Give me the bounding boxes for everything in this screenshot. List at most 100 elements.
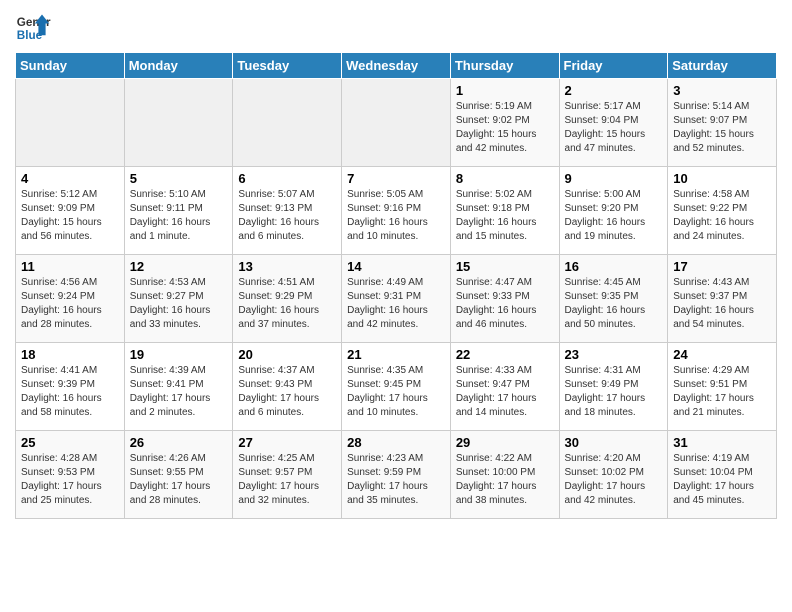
day-info: Sunrise: 4:23 AM Sunset: 9:59 PM Dayligh…	[347, 452, 445, 508]
day-cell: 22Sunrise: 4:33 AM Sunset: 9:47 PM Dayli…	[450, 343, 559, 431]
day-info: Sunrise: 5:12 AM Sunset: 9:09 PM Dayligh…	[21, 188, 119, 244]
day-info: Sunrise: 4:51 AM Sunset: 9:29 PM Dayligh…	[238, 276, 336, 332]
day-number: 11	[21, 259, 119, 274]
day-cell: 31Sunrise: 4:19 AM Sunset: 10:04 PM Dayl…	[668, 431, 777, 519]
calendar-table: SundayMondayTuesdayWednesdayThursdayFrid…	[15, 52, 777, 519]
day-info: Sunrise: 4:41 AM Sunset: 9:39 PM Dayligh…	[21, 364, 119, 420]
day-cell: 1 Sunrise: 5:19 AM Sunset: 9:02 PM Daylig…	[450, 79, 559, 167]
day-info: Sunrise: 4:22 AM Sunset: 10:00 PM Daylig…	[456, 452, 554, 508]
day-number: 27	[238, 435, 336, 450]
day-number: 31	[673, 435, 771, 450]
day-info: Sunrise: 4:28 AM Sunset: 9:53 PM Dayligh…	[21, 452, 119, 508]
day-info: Sunrise: 4:49 AM Sunset: 9:31 PM Dayligh…	[347, 276, 445, 332]
day-number: 22	[456, 347, 554, 362]
day-number: 12	[130, 259, 228, 274]
week-row-5: 25 Sunrise: 4:28 AM Sunset: 9:53 PM Dayli…	[16, 431, 777, 519]
day-number: 20	[238, 347, 336, 362]
day-info: Sunrise: 5:00 AM Sunset: 9:20 PM Dayligh…	[565, 188, 663, 244]
day-number: 19	[130, 347, 228, 362]
week-row-3: 11Sunrise: 4:56 AM Sunset: 9:24 PM Dayli…	[16, 255, 777, 343]
day-cell: 18 Sunrise: 4:41 AM Sunset: 9:39 PM Dayli…	[16, 343, 125, 431]
day-info: Sunrise: 4:45 AM Sunset: 9:35 PM Dayligh…	[565, 276, 663, 332]
calendar-body: 1 Sunrise: 5:19 AM Sunset: 9:02 PM Daylig…	[16, 79, 777, 519]
day-info: Sunrise: 5:10 AM Sunset: 9:11 PM Dayligh…	[130, 188, 228, 244]
day-number: 24	[673, 347, 771, 362]
day-number: 2	[565, 83, 663, 98]
day-cell: 25 Sunrise: 4:28 AM Sunset: 9:53 PM Dayli…	[16, 431, 125, 519]
header-monday: Monday	[124, 53, 233, 79]
day-cell: 20 Sunrise: 4:37 AM Sunset: 9:43 PM Dayli…	[233, 343, 342, 431]
day-cell: 5 Sunrise: 5:10 AM Sunset: 9:11 PM Daylig…	[124, 167, 233, 255]
day-number: 18	[21, 347, 119, 362]
day-number: 29	[456, 435, 554, 450]
day-info: Sunrise: 4:43 AM Sunset: 9:37 PM Dayligh…	[673, 276, 771, 332]
day-info: Sunrise: 4:53 AM Sunset: 9:27 PM Dayligh…	[130, 276, 228, 332]
day-cell: 26Sunrise: 4:26 AM Sunset: 9:55 PM Dayli…	[124, 431, 233, 519]
day-cell	[124, 79, 233, 167]
day-info: Sunrise: 4:37 AM Sunset: 9:43 PM Dayligh…	[238, 364, 336, 420]
day-number: 1	[456, 83, 554, 98]
day-cell: 30 Sunrise: 4:20 AM Sunset: 10:02 PM Dayl…	[559, 431, 668, 519]
day-info: Sunrise: 5:07 AM Sunset: 9:13 PM Dayligh…	[238, 188, 336, 244]
day-cell: 2Sunrise: 5:17 AM Sunset: 9:04 PM Daylig…	[559, 79, 668, 167]
header-thursday: Thursday	[450, 53, 559, 79]
logo-icon: General Blue	[15, 10, 51, 46]
day-cell: 14 Sunrise: 4:49 AM Sunset: 9:31 PM Dayli…	[342, 255, 451, 343]
day-info: Sunrise: 5:05 AM Sunset: 9:16 PM Dayligh…	[347, 188, 445, 244]
day-number: 26	[130, 435, 228, 450]
day-cell: 24 Sunrise: 4:29 AM Sunset: 9:51 PM Dayli…	[668, 343, 777, 431]
day-cell: 7 Sunrise: 5:05 AM Sunset: 9:16 PM Daylig…	[342, 167, 451, 255]
day-number: 16	[565, 259, 663, 274]
day-info: Sunrise: 4:35 AM Sunset: 9:45 PM Dayligh…	[347, 364, 445, 420]
day-number: 30	[565, 435, 663, 450]
day-cell: 4 Sunrise: 5:12 AM Sunset: 9:09 PM Daylig…	[16, 167, 125, 255]
day-number: 9	[565, 171, 663, 186]
day-cell: 23 Sunrise: 4:31 AM Sunset: 9:49 PM Dayli…	[559, 343, 668, 431]
day-info: Sunrise: 4:31 AM Sunset: 9:49 PM Dayligh…	[565, 364, 663, 420]
day-cell: 16 Sunrise: 4:45 AM Sunset: 9:35 PM Dayli…	[559, 255, 668, 343]
header-saturday: Saturday	[668, 53, 777, 79]
header-row: SundayMondayTuesdayWednesdayThursdayFrid…	[16, 53, 777, 79]
day-number: 21	[347, 347, 445, 362]
day-info: Sunrise: 5:02 AM Sunset: 9:18 PM Dayligh…	[456, 188, 554, 244]
header-friday: Friday	[559, 53, 668, 79]
day-number: 14	[347, 259, 445, 274]
day-number: 5	[130, 171, 228, 186]
day-cell: 8Sunrise: 5:02 AM Sunset: 9:18 PM Daylig…	[450, 167, 559, 255]
week-row-4: 18 Sunrise: 4:41 AM Sunset: 9:39 PM Dayli…	[16, 343, 777, 431]
day-cell: 9 Sunrise: 5:00 AM Sunset: 9:20 PM Daylig…	[559, 167, 668, 255]
day-cell: 6Sunrise: 5:07 AM Sunset: 9:13 PM Daylig…	[233, 167, 342, 255]
header-tuesday: Tuesday	[233, 53, 342, 79]
day-number: 7	[347, 171, 445, 186]
day-number: 15	[456, 259, 554, 274]
day-info: Sunrise: 4:39 AM Sunset: 9:41 PM Dayligh…	[130, 364, 228, 420]
day-number: 10	[673, 171, 771, 186]
day-cell: 21 Sunrise: 4:35 AM Sunset: 9:45 PM Dayli…	[342, 343, 451, 431]
header-sunday: Sunday	[16, 53, 125, 79]
day-cell: 3Sunrise: 5:14 AM Sunset: 9:07 PM Daylig…	[668, 79, 777, 167]
day-cell: 28Sunrise: 4:23 AM Sunset: 9:59 PM Dayli…	[342, 431, 451, 519]
day-number: 13	[238, 259, 336, 274]
day-cell: 15 Sunrise: 4:47 AM Sunset: 9:33 PM Dayli…	[450, 255, 559, 343]
day-cell	[16, 79, 125, 167]
day-info: Sunrise: 4:47 AM Sunset: 9:33 PM Dayligh…	[456, 276, 554, 332]
day-info: Sunrise: 5:14 AM Sunset: 9:07 PM Dayligh…	[673, 100, 771, 156]
day-cell: 27 Sunrise: 4:25 AM Sunset: 9:57 PM Dayli…	[233, 431, 342, 519]
day-cell: 13 Sunrise: 4:51 AM Sunset: 9:29 PM Dayli…	[233, 255, 342, 343]
day-info: Sunrise: 4:29 AM Sunset: 9:51 PM Dayligh…	[673, 364, 771, 420]
day-info: Sunrise: 4:20 AM Sunset: 10:02 PM Daylig…	[565, 452, 663, 508]
day-cell: 17Sunrise: 4:43 AM Sunset: 9:37 PM Dayli…	[668, 255, 777, 343]
page-header: General Blue	[15, 10, 777, 46]
calendar-header: SundayMondayTuesdayWednesdayThursdayFrid…	[16, 53, 777, 79]
day-cell: 10 Sunrise: 4:58 AM Sunset: 9:22 PM Dayli…	[668, 167, 777, 255]
day-number: 23	[565, 347, 663, 362]
day-info: Sunrise: 5:19 AM Sunset: 9:02 PM Dayligh…	[456, 100, 554, 156]
day-cell	[233, 79, 342, 167]
week-row-2: 4 Sunrise: 5:12 AM Sunset: 9:09 PM Daylig…	[16, 167, 777, 255]
day-number: 25	[21, 435, 119, 450]
day-number: 4	[21, 171, 119, 186]
day-cell: 11Sunrise: 4:56 AM Sunset: 9:24 PM Dayli…	[16, 255, 125, 343]
day-cell	[342, 79, 451, 167]
day-info: Sunrise: 4:25 AM Sunset: 9:57 PM Dayligh…	[238, 452, 336, 508]
day-info: Sunrise: 4:58 AM Sunset: 9:22 PM Dayligh…	[673, 188, 771, 244]
